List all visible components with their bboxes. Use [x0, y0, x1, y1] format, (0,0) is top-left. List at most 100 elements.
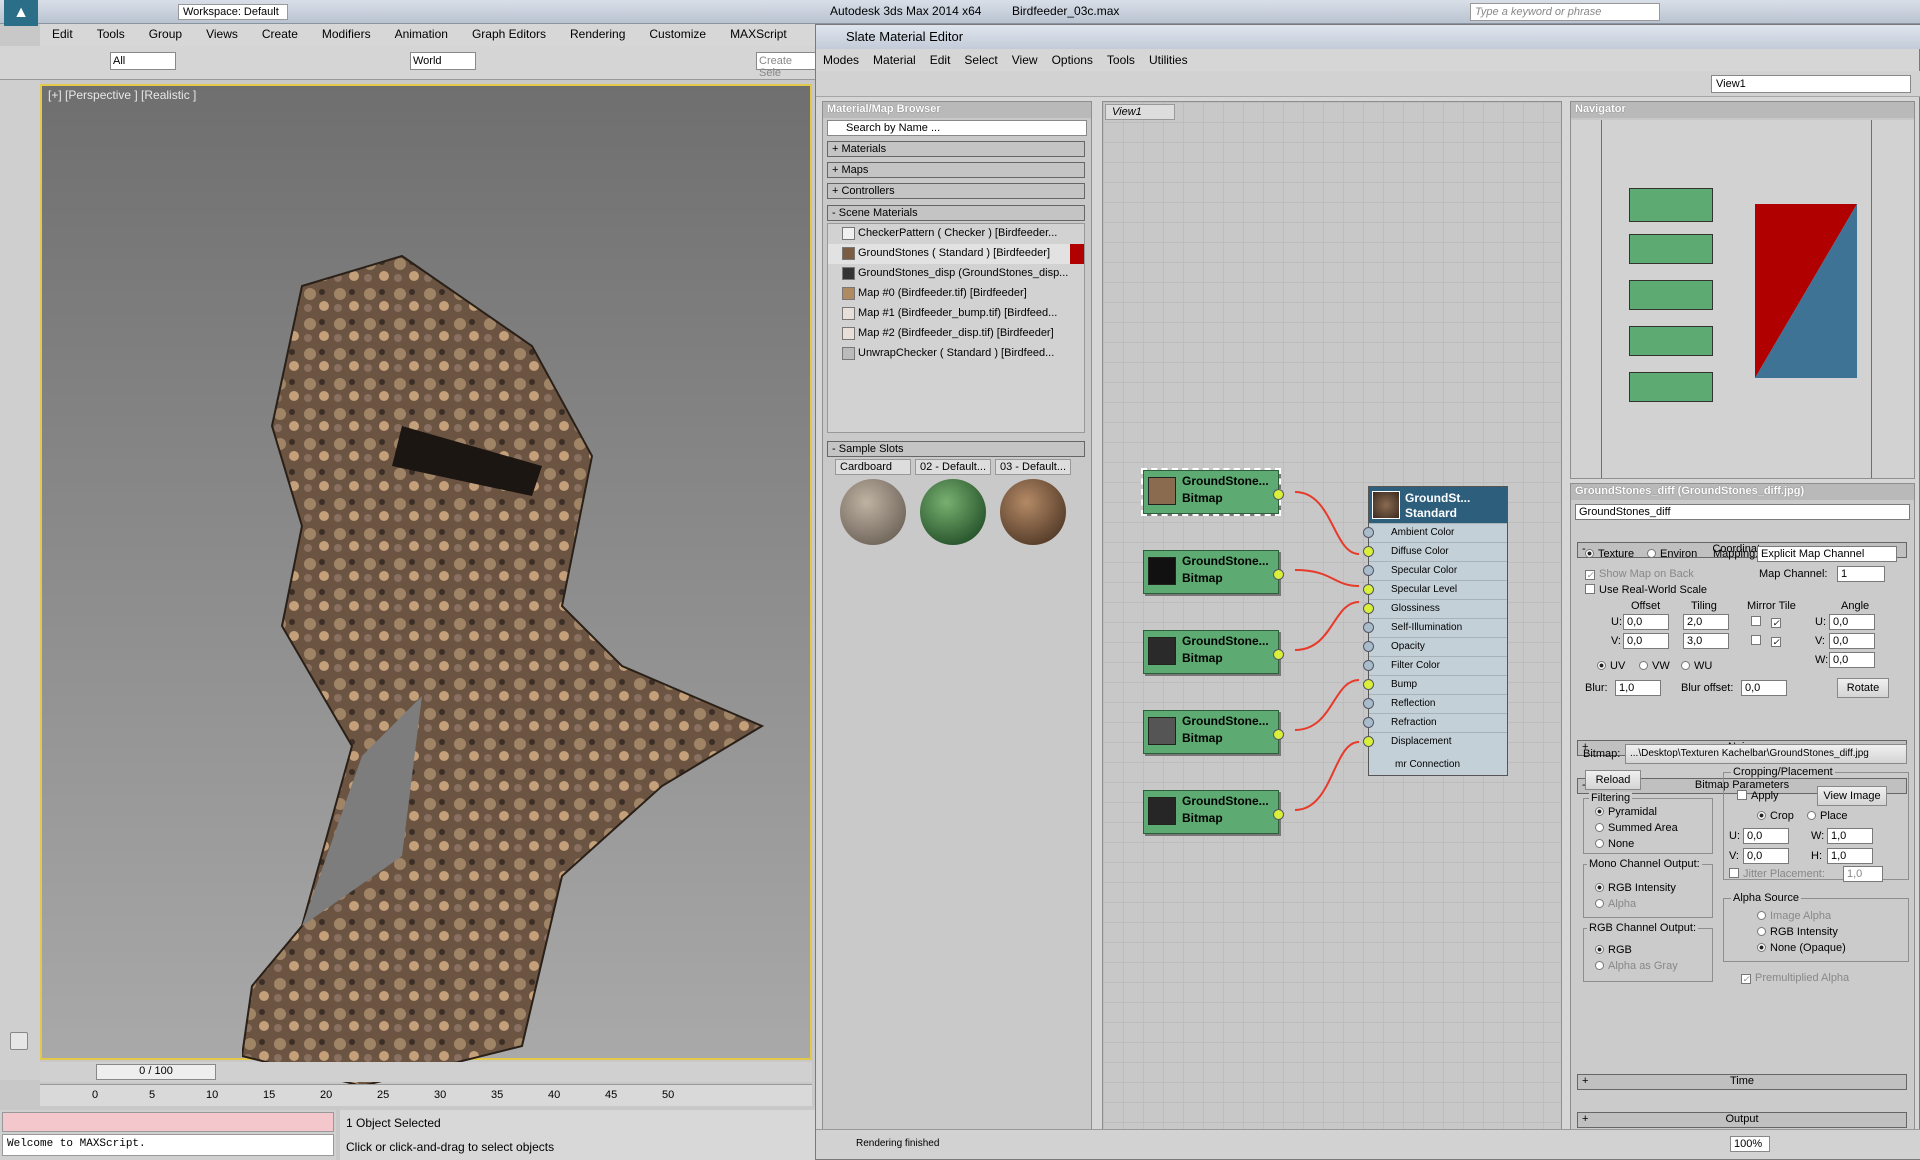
material-row[interactable]: CheckerPattern ( Checker ) [Birdfeeder..…: [828, 224, 1084, 244]
crop-u-input[interactable]: 0,0: [1743, 828, 1789, 844]
slate-menu-options[interactable]: Options: [1045, 51, 1100, 69]
output-socket[interactable]: [1273, 569, 1284, 580]
time-rollout[interactable]: + Time: [1577, 1074, 1907, 1090]
time-slider[interactable]: 0 / 100: [40, 1062, 812, 1082]
slate-menu-edit[interactable]: Edit: [923, 51, 958, 69]
material-slot[interactable]: Specular Level: [1363, 580, 1507, 599]
slate-menu-utilities[interactable]: Utilities: [1142, 51, 1195, 69]
sample-slot[interactable]: 03 - Default...: [995, 459, 1071, 549]
sample-slots-rollout[interactable]: - Sample Slots: [827, 441, 1085, 457]
input-socket[interactable]: [1363, 546, 1374, 557]
material-slot[interactable]: Diffuse Color: [1363, 542, 1507, 561]
crop-w-input[interactable]: 1,0: [1827, 828, 1873, 844]
menu-maxscript[interactable]: MAXScript: [718, 24, 799, 44]
scene-materials-rollout[interactable]: - Scene Materials: [827, 205, 1085, 221]
uv-radio[interactable]: UV: [1597, 660, 1625, 672]
material-row[interactable]: GroundStones_disp (GroundStones_disp...: [828, 264, 1084, 284]
bitmap-node[interactable]: GroundStone... Bitmap: [1143, 550, 1284, 594]
rgb-intensity-alpha-radio[interactable]: RGB Intensity: [1757, 926, 1838, 938]
slate-menu-tools[interactable]: Tools: [1100, 51, 1142, 69]
map-name-field[interactable]: GroundStones_diff: [1575, 504, 1910, 520]
map-channel-input[interactable]: 1: [1837, 566, 1885, 582]
help-search-input[interactable]: Type a keyword or phrase: [1470, 3, 1660, 21]
input-socket[interactable]: [1363, 717, 1374, 728]
output-socket[interactable]: [1273, 809, 1284, 820]
input-socket[interactable]: [1363, 622, 1374, 633]
material-row[interactable]: GroundStones ( Standard ) [Birdfeeder]: [828, 244, 1084, 264]
max-logo-icon[interactable]: ▲: [4, 0, 38, 26]
input-socket[interactable]: [1363, 641, 1374, 652]
rollout-maps[interactable]: + Maps: [827, 162, 1085, 178]
w-angle-input[interactable]: 0,0: [1829, 652, 1875, 668]
apply-checkbox[interactable]: Apply: [1737, 790, 1779, 802]
v-offset-input[interactable]: 0,0: [1623, 633, 1669, 649]
input-socket[interactable]: [1363, 527, 1374, 538]
u-tiling-input[interactable]: 2,0: [1683, 614, 1729, 630]
jitter-input[interactable]: 1,0: [1843, 866, 1883, 882]
rollout-controllers[interactable]: + Controllers: [827, 183, 1085, 199]
material-row[interactable]: Map #1 (Birdfeeder_bump.tif) [Birdfeed..…: [828, 304, 1084, 324]
input-socket[interactable]: [1363, 736, 1374, 747]
output-socket[interactable]: [1273, 649, 1284, 660]
alpha-radio[interactable]: Alpha: [1595, 898, 1636, 910]
material-slot[interactable]: Ambient Color: [1363, 523, 1507, 542]
material-slot[interactable]: Specular Color: [1363, 561, 1507, 580]
perspective-viewport[interactable]: [40, 84, 812, 1088]
menu-group[interactable]: Group: [137, 24, 194, 44]
sample-slot[interactable]: 02 - Default...: [915, 459, 991, 549]
material-row[interactable]: UnwrapChecker ( Standard ) [Birdfeed...: [828, 344, 1084, 364]
time-slider-label[interactable]: 0 / 100: [96, 1064, 216, 1080]
none-radio[interactable]: None: [1595, 838, 1634, 850]
jitter-checkbox[interactable]: Jitter Placement:: [1729, 868, 1825, 880]
navigator-canvas[interactable]: [1571, 120, 1914, 478]
bitmap-node[interactable]: GroundStone... Bitmap: [1143, 710, 1284, 754]
alpha-gray-radio[interactable]: Alpha as Gray: [1595, 960, 1678, 972]
material-slot[interactable]: Reflection: [1363, 694, 1507, 713]
crop-v-input[interactable]: 0,0: [1743, 848, 1789, 864]
browser-search-input[interactable]: Search by Name ...: [827, 120, 1087, 136]
material-row[interactable]: Map #0 (Birdfeeder.tif) [Birdfeeder]: [828, 284, 1084, 304]
input-socket[interactable]: [1363, 584, 1374, 595]
slate-menu-select[interactable]: Select: [957, 51, 1004, 69]
rotate-button[interactable]: Rotate: [1837, 678, 1889, 698]
output-rollout[interactable]: + Output: [1577, 1112, 1907, 1128]
blur-input[interactable]: 1,0: [1615, 680, 1661, 696]
v-angle-input[interactable]: 0,0: [1829, 633, 1875, 649]
input-socket[interactable]: [1363, 679, 1374, 690]
menu-tools[interactable]: Tools: [85, 24, 137, 44]
vw-radio[interactable]: VW: [1639, 660, 1670, 672]
view-image-button[interactable]: View Image: [1817, 786, 1887, 806]
menu-rendering[interactable]: Rendering: [558, 24, 637, 44]
v-tiling-input[interactable]: 3,0: [1683, 633, 1729, 649]
output-socket[interactable]: [1273, 729, 1284, 740]
material-slot[interactable]: Bump: [1363, 675, 1507, 694]
u-offset-input[interactable]: 0,0: [1623, 614, 1669, 630]
reload-button[interactable]: Reload: [1585, 770, 1641, 790]
input-socket[interactable]: [1363, 660, 1374, 671]
play-icon[interactable]: [10, 1032, 28, 1050]
material-slot[interactable]: Self-Illumination: [1363, 618, 1507, 637]
bitmap-node[interactable]: GroundStone... Bitmap: [1143, 790, 1284, 834]
pyramidal-radio[interactable]: Pyramidal: [1595, 806, 1657, 818]
real-world-checkbox[interactable]: Use Real-World Scale: [1585, 584, 1707, 596]
slate-menu-modes[interactable]: Modes: [816, 51, 866, 69]
menu-customize[interactable]: Customize: [637, 24, 718, 44]
create-selection-input[interactable]: Create Sele: [756, 52, 816, 79]
rollout-materials[interactable]: + Materials: [827, 141, 1085, 157]
none-opaque-radio[interactable]: None (Opaque): [1757, 942, 1846, 954]
texture-radio[interactable]: Texture: [1585, 548, 1634, 560]
output-socket[interactable]: [1273, 489, 1284, 500]
menu-modifiers[interactable]: Modifiers: [310, 24, 383, 44]
coord-system-select[interactable]: World: [410, 52, 476, 70]
crop-h-input[interactable]: 1,0: [1827, 848, 1873, 864]
u-tile-checkbox[interactable]: ✓: [1771, 616, 1785, 628]
material-slot[interactable]: Opacity: [1363, 637, 1507, 656]
v-tile-checkbox[interactable]: ✓: [1771, 635, 1785, 647]
menu-views[interactable]: Views: [194, 24, 250, 44]
menu-graph-editors[interactable]: Graph Editors: [460, 24, 558, 44]
u-mirror-checkbox[interactable]: [1751, 616, 1765, 628]
material-row[interactable]: Map #2 (Birdfeeder_disp.tif) [Birdfeeder…: [828, 324, 1084, 344]
material-slot[interactable]: Refraction: [1363, 713, 1507, 732]
sample-slot[interactable]: Cardboard: [835, 459, 911, 549]
u-angle-input[interactable]: 0,0: [1829, 614, 1875, 630]
